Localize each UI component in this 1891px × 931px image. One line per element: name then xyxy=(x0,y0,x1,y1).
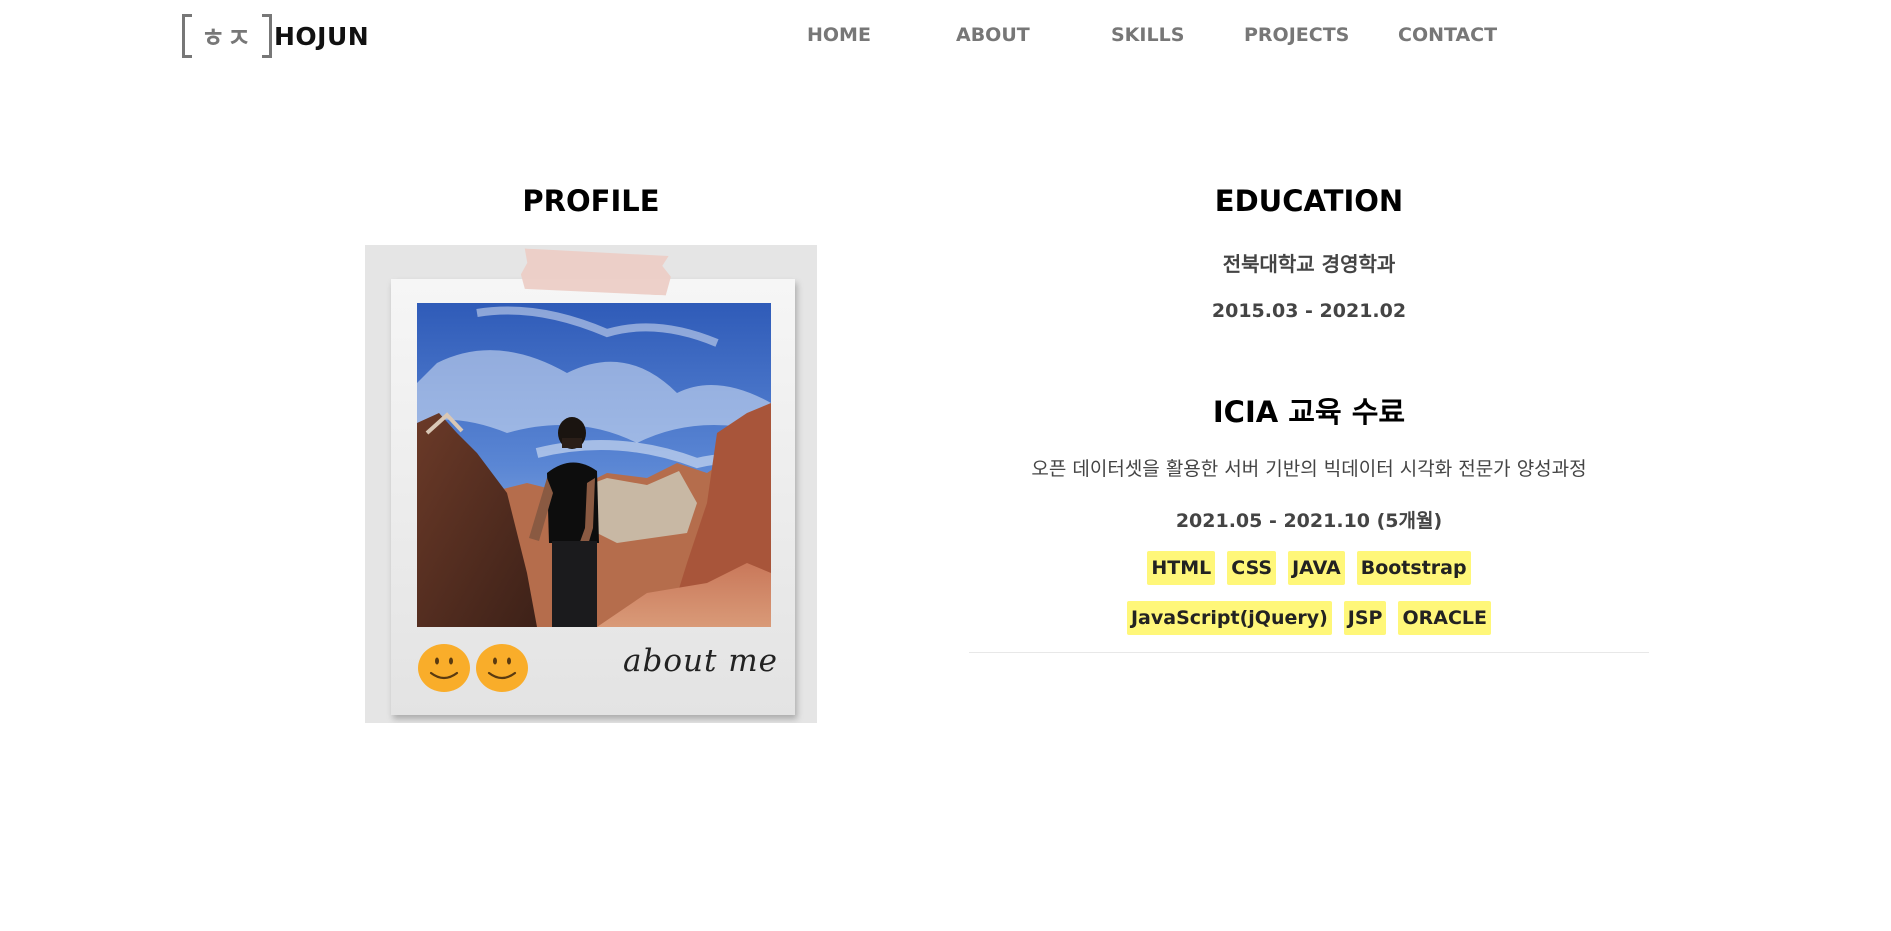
skill-tag: JavaScript(jQuery) xyxy=(1126,601,1332,635)
logo-mark: ㅎㅈ xyxy=(182,14,272,58)
polaroid-frame: about me xyxy=(391,279,795,715)
course-name: 오픈 데이터셋을 활용한 서버 기반의 빅데이터 시각화 전문가 양성과정 xyxy=(1031,458,1587,480)
logo-bracket-left xyxy=(182,14,192,58)
skill-tag: Bootstrap xyxy=(1356,551,1471,585)
skill-tags-row-2: JavaScript(jQuery) JSP ORACLE xyxy=(969,601,1649,635)
logo-text: HOJUN xyxy=(274,21,370,51)
school-name: 전북대학교 경영학과 xyxy=(1222,252,1396,276)
course-period: 2021.05 - 2021.10 (5개월) xyxy=(1175,510,1443,532)
profile-photo xyxy=(417,303,771,627)
nav-skills[interactable]: SKILLS xyxy=(1111,24,1184,46)
logo-glyph: ㅎㅈ xyxy=(201,23,253,54)
education-title: EDUCATION xyxy=(1214,184,1404,218)
site-header: ㅎㅈ HOJUN HOME ABOUT SKILLS PROJECTS CONT… xyxy=(0,0,1891,80)
smiley-icon xyxy=(417,643,471,693)
profile-card: about me xyxy=(365,245,817,723)
education-divider xyxy=(969,652,1649,653)
skill-tag: JSP xyxy=(1343,601,1387,635)
nav-about[interactable]: ABOUT xyxy=(956,24,1030,46)
nav-projects[interactable]: PROJECTS xyxy=(1244,24,1349,46)
nav-home[interactable]: HOME xyxy=(807,24,871,46)
skill-tag: HTML xyxy=(1147,551,1216,585)
profile-title: PROFILE xyxy=(522,184,660,218)
tape-strip xyxy=(520,248,671,295)
school-period: 2015.03 - 2021.02 xyxy=(1211,300,1407,322)
logo-bracket-right xyxy=(262,14,272,58)
about-me-caption: about me xyxy=(623,643,779,679)
site-logo[interactable]: ㅎㅈ HOJUN xyxy=(182,14,369,58)
icia-title: ICIA 교육 수료 xyxy=(1212,395,1406,429)
nav-contact[interactable]: CONTACT xyxy=(1398,24,1497,46)
skill-tag: JAVA xyxy=(1288,551,1345,585)
skill-tag: ORACLE xyxy=(1398,601,1492,635)
skill-tag: CSS xyxy=(1227,551,1277,585)
skill-tags-row-1: HTML CSS JAVA Bootstrap xyxy=(969,551,1649,585)
smiley-icon xyxy=(475,643,529,693)
